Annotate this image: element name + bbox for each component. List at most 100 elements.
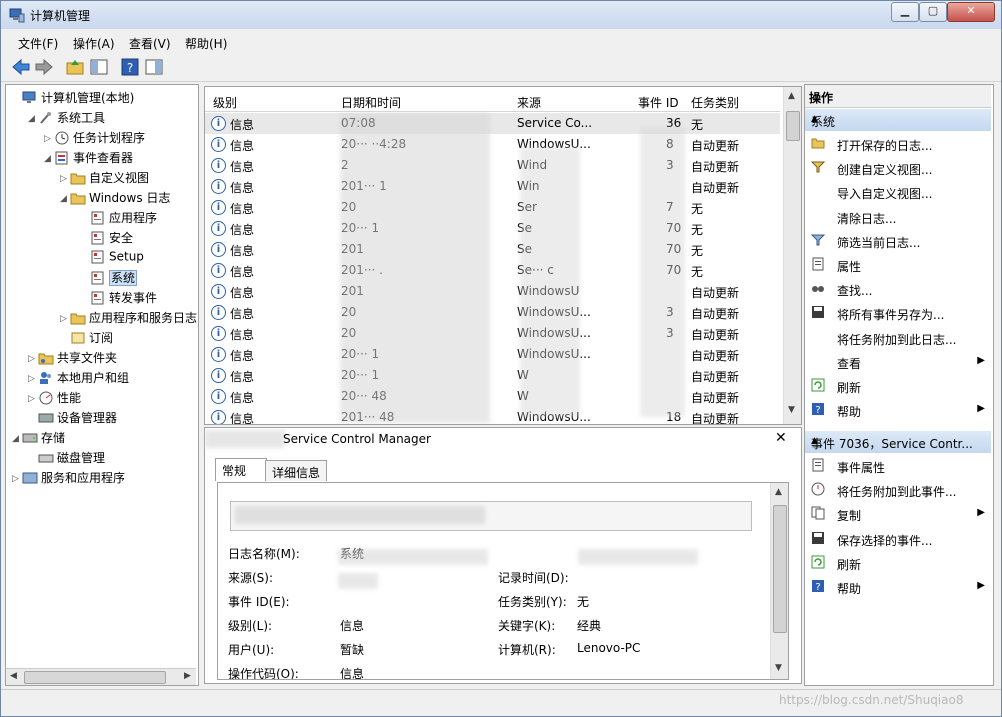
tree-horizontal-scrollbar[interactable]: ◀ ▶ bbox=[6, 668, 196, 685]
scroll-down-arrow-icon[interactable]: ▼ bbox=[775, 663, 782, 673]
event-row[interactable]: i信息2Wind3自动更新 bbox=[205, 155, 780, 176]
action-item[interactable]: 创建自定义视图... bbox=[805, 157, 991, 179]
scroll-left-arrow-icon[interactable]: ◀ bbox=[10, 671, 17, 681]
expand-toggle-icon[interactable]: ▷ bbox=[28, 394, 38, 404]
expand-toggle-icon[interactable]: ◢ bbox=[44, 154, 54, 164]
tree-node-7[interactable]: 安全 bbox=[80, 229, 133, 249]
collapse-up-icon[interactable]: ▲ bbox=[811, 436, 985, 446]
event-row[interactable]: i信息20WindowsU...3自动更新 bbox=[205, 323, 780, 344]
tab-general[interactable]: 常规 bbox=[215, 458, 267, 481]
action-item[interactable]: 将任务附加到此日志... bbox=[805, 327, 991, 349]
event-row[interactable]: i信息20Ser7无 bbox=[205, 197, 780, 218]
tree-node-0[interactable]: 计算机管理(本地) bbox=[12, 89, 134, 109]
up-folder-icon[interactable] bbox=[65, 57, 85, 77]
tree-node-5[interactable]: ◢ Windows 日志 bbox=[60, 189, 170, 209]
scroll-up-arrow-icon[interactable]: ▲ bbox=[788, 91, 795, 101]
scroll-up-arrow-icon[interactable]: ▲ bbox=[775, 487, 782, 497]
expand-toggle-icon[interactable]: ◢ bbox=[12, 434, 22, 444]
tree-node-11[interactable]: ▷ 应用程序和服务日志 bbox=[60, 309, 197, 329]
event-row[interactable]: i信息20··· 1W自动更新 bbox=[205, 365, 780, 386]
column-date-time[interactable]: 日期和时间 bbox=[341, 94, 401, 111]
tab-details[interactable]: 详细信息 bbox=[265, 460, 327, 481]
menu-help[interactable]: 帮助(H) bbox=[185, 35, 227, 52]
tree-node-10[interactable]: 转发事件 bbox=[80, 289, 157, 309]
close-button[interactable]: ✕ bbox=[947, 2, 995, 22]
expand-toggle-icon[interactable]: ◢ bbox=[60, 194, 70, 204]
help-icon[interactable]: ? bbox=[120, 57, 140, 77]
action-item[interactable]: 刷新 bbox=[805, 552, 991, 574]
scrollbar-thumb[interactable] bbox=[24, 671, 166, 684]
tree-node-6[interactable]: 应用程序 bbox=[80, 209, 157, 229]
event-row[interactable]: i信息20··· 1WindowsU...自动更新 bbox=[205, 344, 780, 365]
tree-node-15[interactable]: ▷ 性能 bbox=[28, 389, 81, 409]
action-item[interactable]: 筛选当前日志... bbox=[805, 230, 991, 252]
forward-arrow-icon[interactable] bbox=[34, 57, 54, 77]
tree-node-13[interactable]: ▷ 共享文件夹 bbox=[28, 349, 117, 369]
close-detail-icon[interactable]: ✕ bbox=[775, 430, 787, 446]
action-item[interactable]: 将任务附加到此事件... bbox=[805, 479, 991, 501]
scrollbar-thumb[interactable] bbox=[773, 505, 787, 633]
event-list-vertical-scrollbar[interactable]: ▲ ▼ bbox=[783, 87, 801, 424]
event-row[interactable]: i信息20··· 1Se70无 bbox=[205, 218, 780, 239]
maximize-button[interactable]: ▢ bbox=[919, 2, 947, 22]
action-item[interactable]: ? 帮助 ▶ bbox=[805, 576, 991, 598]
action-item[interactable]: 打开保存的日志... bbox=[805, 133, 991, 155]
action-item[interactable]: 清除日志... bbox=[805, 206, 991, 228]
action-item[interactable]: 刷新 bbox=[805, 375, 991, 397]
expand-toggle-icon[interactable]: ◢ bbox=[28, 114, 38, 124]
detail-vertical-scrollbar[interactable]: ▲ ▼ bbox=[770, 483, 788, 679]
action-item[interactable]: 复制 ▶ bbox=[805, 503, 991, 525]
show-hide-tree-icon[interactable] bbox=[89, 57, 109, 77]
action-item[interactable]: 查找... bbox=[805, 278, 991, 300]
section-event[interactable]: 事件 7036，Service Contr... ▲ bbox=[805, 431, 991, 453]
action-item[interactable]: 属性 bbox=[805, 254, 991, 276]
menu-view[interactable]: 查看(V) bbox=[129, 35, 171, 52]
event-row[interactable]: i信息20··· ··4:28WindowsU...8自动更新 bbox=[205, 134, 780, 155]
tree-node-12[interactable]: 订阅 bbox=[60, 329, 113, 349]
event-row[interactable]: i信息201··· .Se··· c70无 bbox=[205, 260, 780, 281]
tree-node-1[interactable]: ◢ 系统工具 bbox=[28, 109, 105, 129]
tree-node-19[interactable]: ▷ 服务和应用程序 bbox=[12, 469, 125, 489]
expand-toggle-icon[interactable]: ▷ bbox=[28, 354, 38, 364]
column-event-id[interactable]: 事件 ID bbox=[638, 94, 679, 111]
expand-toggle-icon[interactable]: ▷ bbox=[28, 374, 38, 384]
event-row[interactable]: i信息201··· 1Win自动更新 bbox=[205, 176, 780, 197]
event-row[interactable]: i信息201WindowsU自动更新 bbox=[205, 281, 780, 302]
tree-node-9[interactable]: 系统 bbox=[80, 269, 138, 289]
event-row[interactable]: i信息20··· 48W自动更新 bbox=[205, 386, 780, 407]
event-row[interactable]: i信息20WindowsU...3自动更新 bbox=[205, 302, 780, 323]
tree-node-18[interactable]: 磁盘管理 bbox=[28, 449, 105, 469]
scrollbar-thumb[interactable] bbox=[786, 111, 800, 141]
action-item[interactable]: 保存选择的事件... bbox=[805, 528, 991, 550]
scroll-down-arrow-icon[interactable]: ▼ bbox=[788, 405, 795, 415]
section-system[interactable]: 系统 ▲ bbox=[805, 109, 991, 131]
expand-toggle-icon[interactable]: ▷ bbox=[60, 174, 70, 184]
expand-toggle-icon[interactable]: ▷ bbox=[44, 134, 54, 144]
column-source[interactable]: 来源 bbox=[517, 94, 541, 111]
column-task-category[interactable]: 任务类别 bbox=[691, 94, 739, 111]
show-hide-action-pane-icon[interactable] bbox=[144, 57, 164, 77]
back-arrow-icon[interactable] bbox=[11, 57, 31, 77]
menu-file[interactable]: 文件(F) bbox=[18, 35, 58, 52]
tree-node-2[interactable]: ▷ 任务计划程序 bbox=[44, 129, 145, 149]
tree-node-4[interactable]: ▷ 自定义视图 bbox=[60, 169, 149, 189]
collapse-up-icon[interactable]: ▲ bbox=[811, 114, 985, 124]
event-row[interactable]: i信息07:08Service Co...36无 bbox=[205, 113, 780, 134]
event-row[interactable]: i信息201Se70无 bbox=[205, 239, 780, 260]
tree-node-14[interactable]: ▷ 本地用户和组 bbox=[28, 369, 129, 389]
action-item[interactable]: 将所有事件另存为... bbox=[805, 302, 991, 324]
scroll-right-arrow-icon[interactable]: ▶ bbox=[184, 671, 191, 681]
tree-node-17[interactable]: ◢ 存储 bbox=[12, 429, 65, 449]
action-item[interactable]: 查看 ▶ bbox=[805, 351, 991, 373]
tree-node-3[interactable]: ◢ 事件查看器 bbox=[44, 149, 133, 169]
column-level[interactable]: 级别 bbox=[213, 94, 237, 111]
tree-node-16[interactable]: 设备管理器 bbox=[28, 409, 117, 429]
menu-action[interactable]: 操作(A) bbox=[73, 35, 115, 52]
action-item[interactable]: ? 帮助 ▶ bbox=[805, 399, 991, 421]
tree-node-8[interactable]: Setup bbox=[80, 249, 144, 269]
minimize-button[interactable]: ▁ bbox=[891, 2, 919, 22]
expand-toggle-icon[interactable]: ▷ bbox=[60, 314, 70, 324]
action-item[interactable]: 事件属性 bbox=[805, 455, 991, 477]
event-row[interactable]: i信息201··· 48WindowsU...18自动更新 bbox=[205, 407, 780, 424]
action-item[interactable]: 导入自定义视图... bbox=[805, 181, 991, 203]
